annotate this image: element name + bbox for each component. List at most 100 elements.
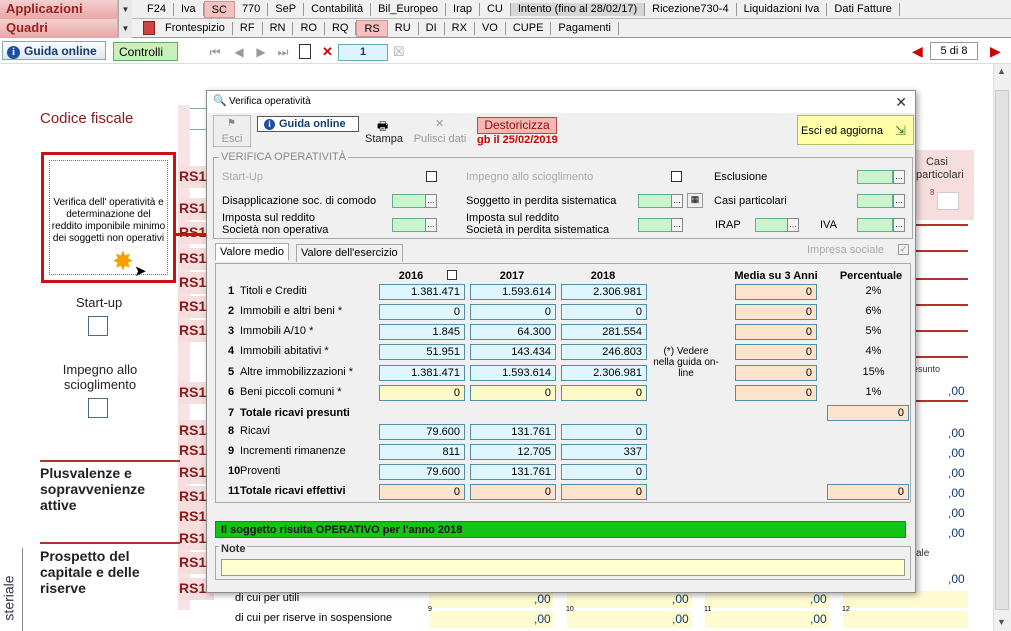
quadro-tab-5[interactable]: RS	[356, 20, 388, 37]
value-field[interactable]: ,00	[948, 384, 965, 398]
scrollbar-thumb[interactable]	[995, 90, 1009, 610]
calculator-icon[interactable]: ▦	[687, 193, 703, 208]
esclusione-field[interactable]	[857, 170, 893, 184]
casi-particolari-more-button[interactable]: …	[893, 194, 905, 208]
page-number-input[interactable]: 1	[338, 44, 388, 61]
value-cell[interactable]: 143.434	[470, 344, 556, 360]
impegno-checkbox[interactable]	[88, 398, 108, 418]
quadri-label[interactable]: Quadri	[0, 19, 118, 38]
quadro-tab-1[interactable]: RF	[233, 22, 263, 35]
app-tab-11[interactable]: Liquidazioni Iva	[737, 3, 828, 16]
irap-more-button[interactable]: …	[787, 218, 799, 232]
app-tab-0[interactable]: F24	[140, 3, 174, 16]
start-up-checkbox[interactable]	[88, 316, 108, 336]
goto-page-icon[interactable]: ☒	[393, 44, 405, 60]
media-cell[interactable]: 0	[735, 284, 817, 300]
app-tab-8[interactable]: CU	[480, 3, 511, 16]
value-cell[interactable]: 0	[561, 385, 647, 401]
quadro-tab-7[interactable]: DI	[419, 22, 445, 35]
app-tab-12[interactable]: Dati Fatture	[827, 3, 900, 16]
value-field[interactable]: ,00	[948, 526, 965, 540]
start-up-checkbox[interactable]	[426, 171, 437, 182]
value-cell[interactable]: 0	[470, 304, 556, 320]
note-input[interactable]	[221, 559, 905, 576]
esclusione-more-button[interactable]: …	[893, 170, 905, 184]
imposta-perdita-more-button[interactable]: …	[671, 218, 683, 232]
quadro-tab-4[interactable]: RQ	[325, 22, 357, 35]
app-tab-1[interactable]: Iva	[174, 3, 204, 16]
value-cell[interactable]: 79.600	[379, 464, 465, 480]
value-cell[interactable]: 131.761	[470, 464, 556, 480]
app-tab-5[interactable]: Contabilità	[304, 3, 372, 16]
verifica-operativita-link-box[interactable]: Verifica dell' operatività e determinazi…	[41, 152, 176, 283]
value-cell[interactable]: 1.593.614	[470, 284, 556, 300]
pulisci-dati-button[interactable]: ✕ Pulisci dati	[408, 115, 472, 147]
value-field[interactable]: ,00	[948, 466, 965, 480]
delete-page-icon[interactable]: ✕	[322, 44, 333, 60]
casi-particolari-field[interactable]	[937, 192, 959, 210]
value-cell[interactable]: 246.803	[561, 344, 647, 360]
value-cell[interactable]: 0	[470, 385, 556, 401]
quadro-tab-0[interactable]: Frontespizio	[158, 22, 233, 35]
value-cell[interactable]: 0	[561, 304, 647, 320]
controlli-button[interactable]: Controlli	[113, 42, 178, 61]
new-page-icon[interactable]	[299, 44, 311, 59]
impresa-sociale-checkbox[interactable]: ✓	[898, 244, 909, 255]
perdita-more-button[interactable]: …	[671, 194, 683, 208]
value-cell[interactable]: 79.600	[379, 424, 465, 440]
esci-button[interactable]: ⚑ Esci	[213, 115, 251, 147]
iva-field[interactable]	[857, 218, 893, 232]
value-cell[interactable]: 2.306.981	[561, 365, 647, 381]
totale-presunti-cell[interactable]: 0	[827, 405, 909, 421]
casi-particolari-field[interactable]	[857, 194, 893, 208]
value-cell[interactable]: 0	[561, 464, 647, 480]
value-field[interactable]	[843, 611, 968, 628]
quadro-tab-6[interactable]: RU	[388, 22, 419, 35]
next-page-icon[interactable]: ▶	[254, 45, 268, 59]
irap-field[interactable]	[755, 218, 791, 232]
tab-valore-esercizio[interactable]: Valore dell'esercizio	[296, 244, 403, 262]
esci-aggiorna-button[interactable]: Esci ed aggiorna ⇲	[797, 115, 914, 145]
scroll-down-icon[interactable]: ▼	[997, 617, 1006, 627]
col-2016-checkbox[interactable]	[447, 270, 457, 280]
value-cell[interactable]: 0	[379, 385, 465, 401]
quadro-tab-2[interactable]: RN	[263, 22, 294, 35]
media-cell[interactable]: 0	[735, 344, 817, 360]
value-field[interactable]: ,00	[948, 446, 965, 460]
value-cell[interactable]: 1.845	[379, 324, 465, 340]
totale-effettivi-total[interactable]: 0	[827, 484, 909, 500]
chevron-down-icon[interactable]: ▼	[118, 0, 132, 19]
app-tab-6[interactable]: Bil_Europeo	[371, 3, 447, 16]
quadro-tab-10[interactable]: CUPE	[506, 22, 552, 35]
next-form-icon[interactable]: ▶	[990, 42, 1001, 60]
applicazioni-label[interactable]: Applicazioni	[0, 0, 118, 19]
app-tab-9[interactable]: Intento (fino al 28/02/17)	[510, 3, 646, 16]
prev-form-icon[interactable]: ◀	[912, 42, 923, 60]
imposta-nonop-more-button[interactable]: …	[425, 218, 437, 232]
iva-more-button[interactable]: …	[893, 218, 905, 232]
stampa-button[interactable]: 🖶 Stampa	[362, 115, 406, 147]
value-field[interactable]: ,00	[948, 486, 965, 500]
app-tab-10[interactable]: Ricezione730-4	[645, 3, 737, 16]
quadro-tab-11[interactable]: Pagamenti	[551, 22, 619, 35]
imposta-perdita-field[interactable]	[638, 218, 674, 232]
app-tab-2[interactable]: SC	[203, 1, 235, 18]
quadro-tab-3[interactable]: RO	[293, 22, 325, 35]
value-cell[interactable]: 0	[561, 424, 647, 440]
guida-online-button[interactable]: i Guida online	[2, 41, 106, 60]
value-cell[interactable]: 1.593.614	[470, 365, 556, 381]
media-cell[interactable]: 0	[735, 365, 817, 381]
close-icon[interactable]: ✕	[895, 94, 907, 111]
value-cell[interactable]: 12.705	[470, 444, 556, 460]
quadro-tab-8[interactable]: RX	[445, 22, 475, 35]
value-cell[interactable]: 1.381.471	[379, 365, 465, 381]
value-field[interactable]: ,00	[948, 506, 965, 520]
tab-valore-medio[interactable]: Valore medio	[215, 243, 289, 261]
disapplicazione-more-button[interactable]: …	[425, 194, 437, 208]
media-cell[interactable]: 0	[735, 324, 817, 340]
app-tab-3[interactable]: 770	[235, 3, 269, 16]
chevron-down-icon[interactable]: ▼	[118, 19, 132, 38]
value-cell[interactable]: 64.300	[470, 324, 556, 340]
value-cell[interactable]: 1.381.471	[379, 284, 465, 300]
totale-effettivi-cell[interactable]: 0	[379, 484, 465, 500]
